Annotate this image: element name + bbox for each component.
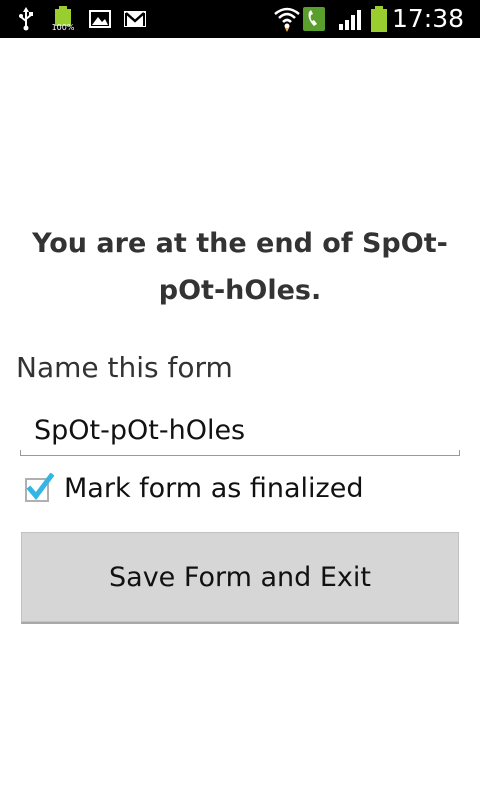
- battery-icon: [368, 6, 390, 32]
- input-underline: [20, 455, 460, 456]
- form-end-message: You are at the end of SpOt-pOt-hOles.: [32, 228, 448, 306]
- battery-percent: 100%: [51, 23, 75, 32]
- screen: 100% 17:38 You are at the end of SpOt-pO…: [0, 0, 480, 800]
- call-icon: [302, 6, 326, 32]
- finalize-checkbox[interactable]: [24, 472, 55, 503]
- wifi-icon: [272, 6, 302, 32]
- finalize-checkbox-row[interactable]: Mark form as finalized: [24, 468, 363, 508]
- status-time: 17:38: [391, 4, 464, 33]
- input-underline-left-tick: [20, 450, 21, 456]
- save-form-and-exit-button[interactable]: Save Form and Exit: [21, 532, 459, 622]
- status-bar: 100% 17:38: [0, 0, 480, 38]
- name-field-container: [20, 406, 460, 456]
- form-name-input[interactable]: [20, 406, 460, 454]
- usb-icon: [16, 6, 36, 32]
- checkbox-checked-icon: [25, 472, 55, 502]
- battery-full-icon: 100%: [50, 6, 76, 32]
- finalize-label: Mark form as finalized: [64, 472, 364, 504]
- input-underline-right-tick: [459, 450, 460, 456]
- gallery-icon: [88, 6, 112, 32]
- signal-icon: [338, 6, 364, 32]
- gmail-icon: [122, 6, 148, 32]
- name-form-label: Name this form: [16, 351, 233, 384]
